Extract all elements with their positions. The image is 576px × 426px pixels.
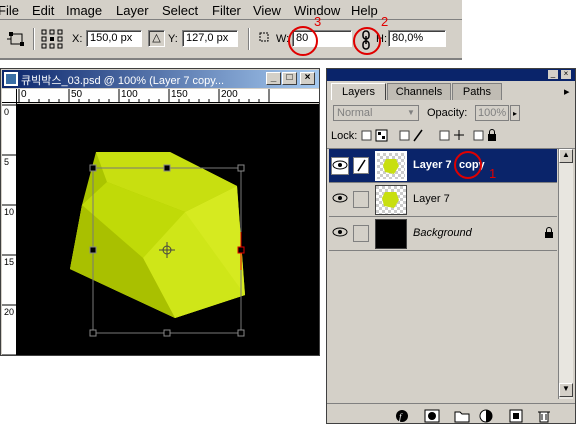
panel-title-bar[interactable]: _ × bbox=[327, 69, 575, 81]
layer-name: Layer 7 bbox=[413, 159, 452, 171]
ruler-left-label: 15 bbox=[4, 257, 15, 267]
ruler-left-label: 0 bbox=[4, 107, 10, 117]
annotation-1: 1 bbox=[489, 166, 497, 181]
add-mask-icon[interactable] bbox=[423, 409, 441, 423]
opacity-arrow-icon[interactable]: ▸ bbox=[510, 105, 520, 121]
close-button[interactable]: × bbox=[300, 72, 315, 85]
panel-minimize-button[interactable]: _ bbox=[548, 70, 558, 79]
ruler-vertical[interactable]: 0 5 10 15 20 bbox=[2, 103, 17, 355]
tab-paths[interactable]: Paths bbox=[452, 83, 502, 100]
visibility-eye-icon[interactable] bbox=[331, 225, 349, 243]
visibility-eye-icon[interactable] bbox=[331, 157, 349, 175]
ruler-horizontal[interactable]: 0 50 100 150 200 bbox=[17, 89, 319, 103]
layers-panel: _ × Layers Channels Paths ▸ Normal ▼ Opa… bbox=[326, 68, 576, 424]
cube-artwork bbox=[70, 152, 245, 337]
ruler-top-label: 0 bbox=[21, 89, 27, 100]
annotation-circle-1 bbox=[454, 151, 482, 179]
annotation-circles bbox=[288, 26, 381, 56]
document-title: 큐빅박스_03.psd @ 100% (Layer 7 copy... bbox=[21, 75, 225, 87]
lock-label: Lock: bbox=[331, 130, 358, 142]
ruler-left-label: 5 bbox=[4, 157, 10, 167]
layers-scrollbar[interactable]: ▲ ▼ bbox=[558, 149, 573, 399]
panel-menu-arrow-icon[interactable]: ▸ bbox=[564, 85, 570, 98]
link-cell[interactable] bbox=[353, 225, 369, 242]
link-cell[interactable] bbox=[353, 191, 369, 208]
layer-row[interactable]: Background bbox=[329, 217, 557, 251]
image-canvas[interactable] bbox=[17, 104, 319, 355]
minimize-button[interactable]: _ bbox=[266, 72, 281, 85]
new-layer-icon[interactable] bbox=[507, 409, 525, 423]
ruler-top-label: 150 bbox=[171, 89, 188, 100]
brush-icon[interactable] bbox=[353, 157, 369, 174]
document-window: 큐빅박스_03.psd @ 100% (Layer 7 copy... _ □ … bbox=[0, 68, 320, 356]
opacity-label: Opacity: bbox=[427, 107, 468, 119]
layer-style-icon[interactable]: f bbox=[393, 409, 411, 423]
document-title-bar[interactable]: 큐빅박스_03.psd @ 100% (Layer 7 copy... _ □ … bbox=[2, 70, 319, 88]
options-bar: X: 150,0 px △ Y: 127,0 px W: 80 H: 80,0%… bbox=[0, 14, 462, 60]
layer-row-selected[interactable]: Layer 7 copy bbox=[329, 149, 557, 183]
ruler-top-label: 50 bbox=[71, 89, 83, 100]
maximize-button[interactable]: □ bbox=[282, 72, 297, 85]
layer-row[interactable]: Layer 7 bbox=[329, 183, 557, 217]
ruler-top-label: 100 bbox=[121, 89, 138, 100]
layer-name: Background bbox=[413, 227, 472, 239]
scroll-down-button[interactable]: ▼ bbox=[559, 383, 573, 397]
annotation-2: 2 bbox=[381, 14, 389, 29]
opacity-field[interactable]: 100% bbox=[475, 105, 509, 121]
ruler-left-label: 20 bbox=[4, 307, 15, 317]
layer-thumbnail[interactable] bbox=[375, 185, 407, 215]
panel-close-button[interactable]: × bbox=[561, 70, 571, 79]
ruler-top-label: 200 bbox=[221, 89, 238, 100]
delete-layer-icon[interactable] bbox=[535, 409, 553, 423]
adjustment-layer-icon[interactable] bbox=[477, 409, 495, 423]
tab-layers[interactable]: Layers bbox=[331, 83, 386, 100]
ruler-left-label: 10 bbox=[4, 207, 15, 217]
lock-options bbox=[361, 129, 511, 143]
ruler-origin[interactable] bbox=[2, 89, 17, 103]
layer-thumbnail[interactable] bbox=[375, 219, 407, 249]
scroll-up-button[interactable]: ▲ bbox=[559, 149, 573, 163]
blend-mode-chevron-icon: ▼ bbox=[407, 108, 415, 117]
annotation-3: 3 bbox=[314, 14, 322, 29]
tab-channels[interactable]: Channels bbox=[387, 83, 451, 100]
new-group-icon[interactable] bbox=[453, 409, 471, 423]
visibility-eye-icon[interactable] bbox=[331, 191, 349, 209]
lock-icon bbox=[543, 227, 555, 239]
layer-thumbnail[interactable] bbox=[375, 151, 407, 181]
document-icon bbox=[4, 72, 18, 86]
layer-name: Layer 7 bbox=[413, 193, 450, 205]
